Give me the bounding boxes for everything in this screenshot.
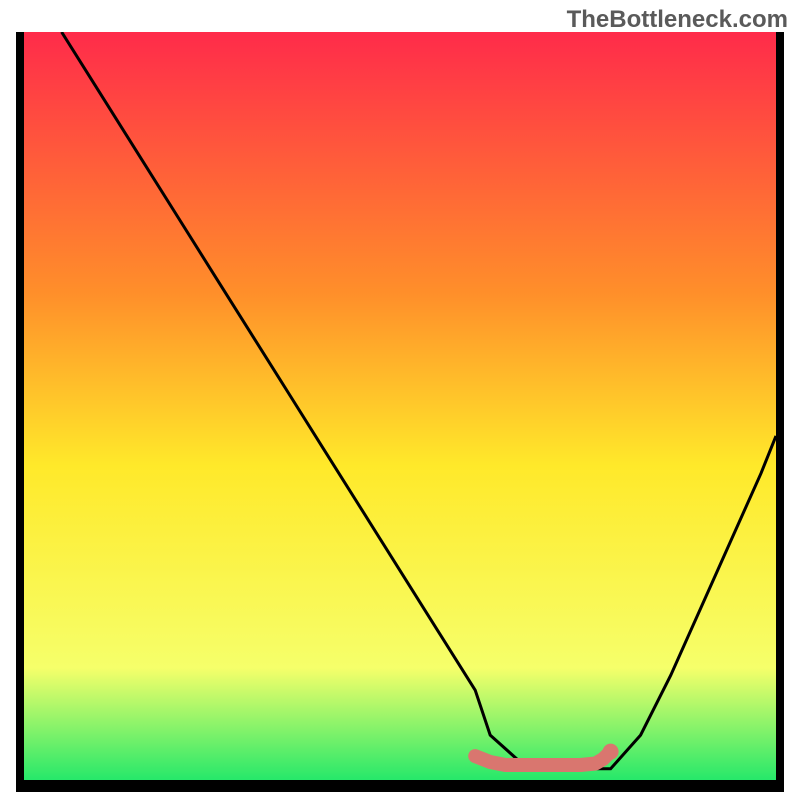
optimal-point-marker — [603, 744, 619, 760]
chart-frame — [16, 32, 784, 792]
gradient-background — [24, 32, 776, 780]
bottleneck-chart — [16, 32, 784, 792]
watermark-text: TheBottleneck.com — [567, 6, 788, 34]
